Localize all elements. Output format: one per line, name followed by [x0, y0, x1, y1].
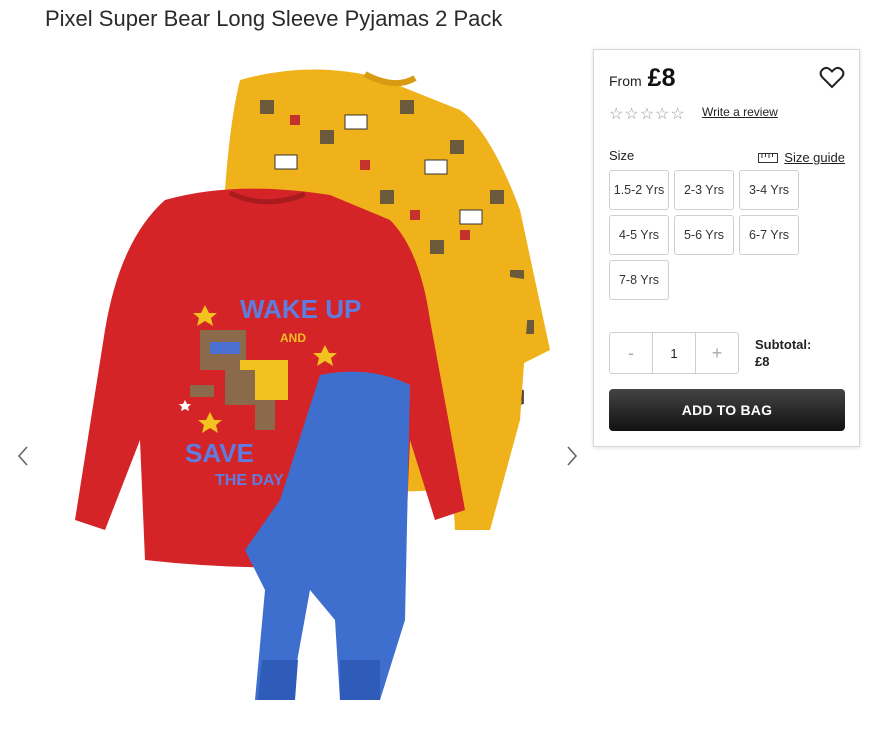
size-options: 1.5-2 Yrs 2-3 Yrs 3-4 Yrs 4-5 Yrs 5-6 Yr…	[609, 170, 809, 300]
quantity-stepper: - 1 +	[609, 332, 739, 374]
star-outline-icon: ☆	[670, 106, 685, 123]
quantity-input[interactable]: 1	[652, 333, 696, 373]
quantity-increase-button[interactable]: +	[696, 333, 738, 373]
size-option[interactable]: 1.5-2 Yrs	[609, 170, 669, 210]
chevron-left-icon[interactable]	[14, 444, 34, 468]
price-row: From £8	[609, 64, 675, 93]
size-option[interactable]: 6-7 Yrs	[739, 215, 799, 255]
product-image[interactable]: WAKE UP AND SAVE THE DAY	[50, 60, 560, 720]
product-title: Pixel Super Bear Long Sleeve Pyjamas 2 P…	[45, 6, 503, 31]
graphic-text-line2: AND	[280, 331, 306, 345]
heart-icon[interactable]	[819, 66, 845, 90]
size-option[interactable]: 7-8 Yrs	[609, 260, 669, 300]
star-outline-icon: ☆	[655, 106, 670, 123]
graphic-text-line4: THE DAY	[215, 472, 284, 489]
ruler-icon	[758, 152, 779, 163]
size-option[interactable]: 4-5 Yrs	[609, 215, 669, 255]
chevron-right-icon[interactable]	[562, 444, 582, 468]
subtotal-value: £8	[755, 354, 770, 369]
star-outline-icon: ☆	[609, 106, 624, 123]
size-option[interactable]: 2-3 Yrs	[674, 170, 734, 210]
rating-stars: ☆ ☆ ☆ ☆ ☆	[609, 107, 685, 123]
size-guide-label: Size guide	[784, 150, 845, 165]
star-outline-icon: ☆	[639, 106, 655, 123]
subtotal-label: Subtotal:	[755, 337, 812, 352]
purchase-panel: From £8 ☆ ☆ ☆ ☆ ☆ Write a review Size Si…	[593, 49, 860, 447]
add-to-bag-button[interactable]: ADD TO BAG	[609, 389, 845, 431]
size-label: Size	[609, 148, 635, 163]
size-option[interactable]: 5-6 Yrs	[674, 215, 734, 255]
size-option[interactable]: 3-4 Yrs	[739, 170, 799, 210]
size-guide-link[interactable]: Size guide	[758, 150, 845, 165]
star-outline-icon: ☆	[624, 106, 639, 123]
graphic-text-line1: WAKE UP	[240, 294, 361, 324]
price-from-label: From	[609, 73, 642, 89]
price-value: £8	[647, 64, 676, 92]
graphic-text-line3: SAVE	[185, 438, 254, 468]
subtotal: Subtotal: £8	[755, 336, 811, 370]
write-review-link[interactable]: Write a review	[702, 105, 778, 119]
quantity-decrease-button[interactable]: -	[610, 333, 652, 373]
